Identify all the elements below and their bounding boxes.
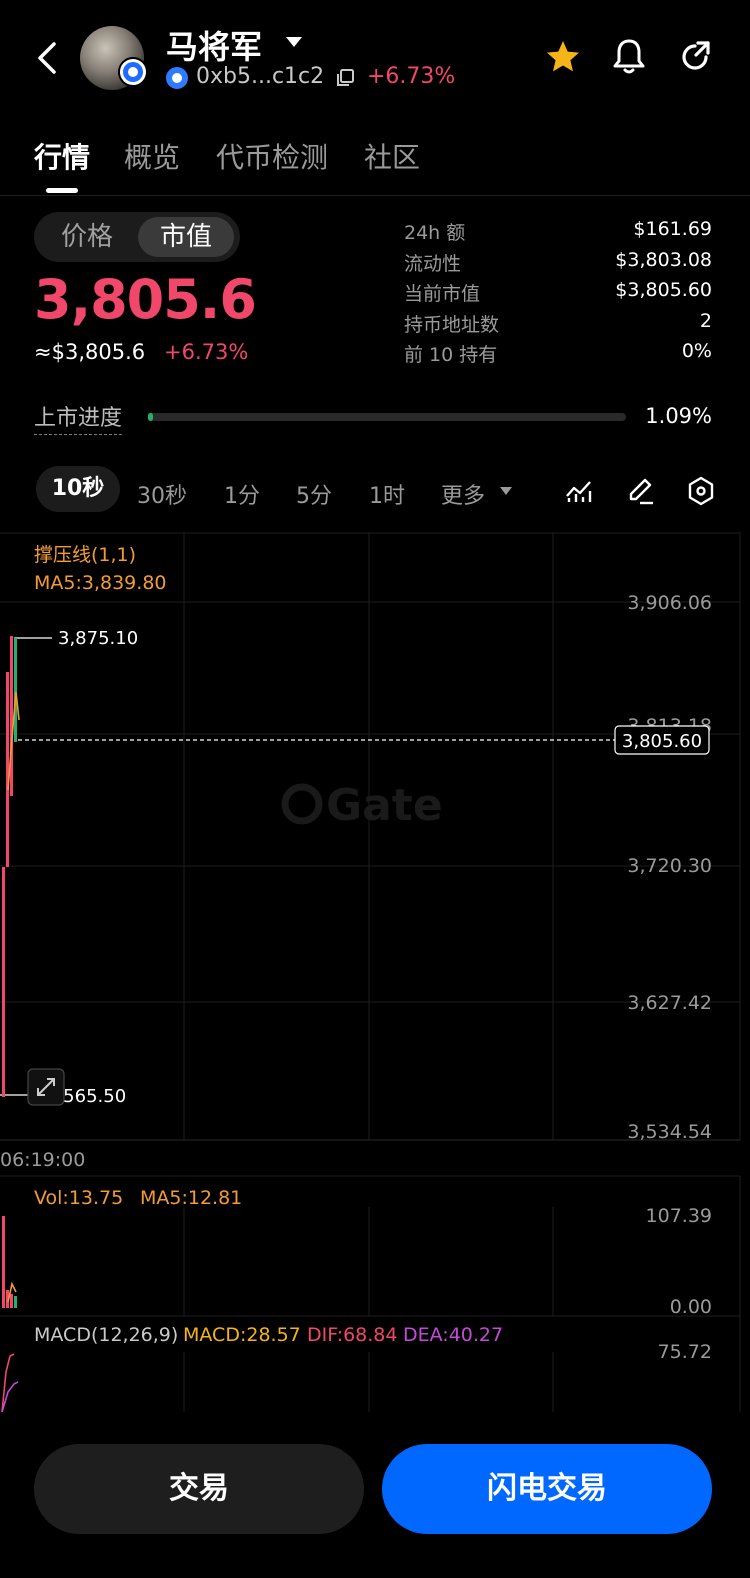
timeframe-30s[interactable]: 30秒 [137,478,187,510]
stat-label: 前 10 持有 [404,344,498,366]
ma5-legend: MA5:3,839.80 [34,572,167,594]
stat-label: 持币地址数 [404,313,500,336]
tab-bar: 行情 概览 代币检测 社区 [0,130,750,196]
share-icon[interactable] [676,38,714,76]
toggle-market-cap[interactable]: 市值 [138,217,234,257]
chevron-down-icon[interactable] [500,487,512,495]
stat-label: 当前市值 [404,283,481,305]
indicator-icon[interactable] [564,476,594,506]
candle [2,867,5,1097]
timeframe-more[interactable]: 更多 [441,478,485,510]
timeframe-5m[interactable]: 5分 [296,478,332,510]
stat-label: 流动性 [404,252,462,275]
kline-chart[interactable]: Gate 撑压线(1,1) MA5:3,839.80 3,906.06 3,81… [0,532,750,1412]
dif-value: DIF:68.84 [307,1324,397,1346]
chain-icon [166,67,188,89]
header: 马将军 0xb5...c1c2 +6.73% [0,0,750,115]
expand-icon[interactable] [27,1068,65,1106]
chain-badge-icon [118,57,148,87]
timeframe-10s[interactable]: 10秒 [36,466,120,512]
stat-label: 24h 额 [404,222,466,244]
tab-token-check[interactable]: 代币检测 [216,136,328,176]
stat-value: $3,803.08 [615,248,712,271]
ma5-line [7,691,20,791]
back-icon[interactable] [30,38,64,78]
listing-progress-label[interactable]: 上市进度 [34,400,123,435]
gate-watermark: Gate [281,780,443,831]
volume-bar [14,1296,17,1308]
stat-row: 当前市值 $3,805.60 [404,279,712,310]
draw-icon[interactable] [626,476,656,506]
listing-progress-fill [148,413,154,421]
volume-bar [10,1294,13,1308]
high-marker-label: 3,875.10 [58,628,138,649]
macd-value: MACD:28.57 [183,1324,301,1346]
main-price: 3,805.6 [34,268,257,331]
flash-trade-button[interactable]: 闪电交易 [382,1444,712,1534]
stat-row: 流动性 $3,803.08 [404,249,712,280]
toggle-price[interactable]: 价格 [39,217,135,257]
dea-value: DEA:40.27 [403,1324,503,1346]
stat-row: 持币地址数 2 [404,310,712,341]
y-tick: 3,627.42 [627,992,712,1014]
listing-progress-bar [148,413,626,421]
stat-value: 2 [699,309,712,332]
sr-line-legend: 撑压线(1,1) [34,544,136,566]
usd-price: ≈$3,805.6 [34,340,146,364]
stat-value: $161.69 [633,218,712,240]
tab-indicator [46,188,78,193]
y-tick: 3,534.54 [627,1121,712,1143]
time-axis-label: 06:19:00 [0,1149,85,1171]
settings-hex-icon[interactable] [686,476,716,506]
volume-tick: 107.39 [646,1205,712,1227]
volume-tick: 0.00 [670,1296,712,1318]
y-tick: 3,906.06 [627,592,712,614]
tab-overview[interactable]: 概览 [124,136,180,176]
candle [14,638,17,742]
tab-market[interactable]: 行情 [34,136,90,176]
token-name[interactable]: 马将军 [166,22,262,68]
bell-icon[interactable] [610,36,648,76]
current-price-label: 3,805.60 [622,731,702,752]
stats-panel: 24h 额 $161.69 流动性 $3,803.08 当前市值 $3,805.… [404,218,712,371]
tab-community[interactable]: 社区 [364,136,420,176]
volume-ma-legend: MA5:12.81 [140,1187,242,1209]
header-change: +6.73% [367,64,456,89]
stat-value: $3,805.60 [615,279,712,301]
price-change: +6.73% [164,340,249,364]
macd-legend: MACD(12,26,9) [34,1324,178,1346]
timeframe-1h[interactable]: 1时 [369,478,405,510]
y-tick: 3,720.30 [627,855,712,877]
volume-legend: Vol:13.75 [34,1187,123,1209]
chevron-down-icon[interactable] [286,37,302,47]
copy-icon[interactable] [335,68,355,88]
candle [10,636,13,796]
candle [6,672,9,867]
macd-tick: 75.72 [658,1341,712,1363]
timeframe-1m[interactable]: 1分 [224,478,260,510]
trade-button[interactable]: 交易 [34,1444,364,1534]
contract-address: 0xb5...c1c2 [196,64,325,89]
listing-progress-value: 1.09% [645,404,712,428]
watermark-text: Gate [326,780,443,831]
volume-bar [2,1216,5,1308]
bottom-action-bar: 交易 闪电交易 [0,1412,750,1578]
stat-row: 前 10 持有 0% [404,340,712,371]
star-icon[interactable] [544,38,582,76]
stat-row: 24h 额 $161.69 [404,218,712,249]
price-mcap-toggle: 价格 市值 [34,212,240,262]
stat-value: 0% [681,340,712,362]
